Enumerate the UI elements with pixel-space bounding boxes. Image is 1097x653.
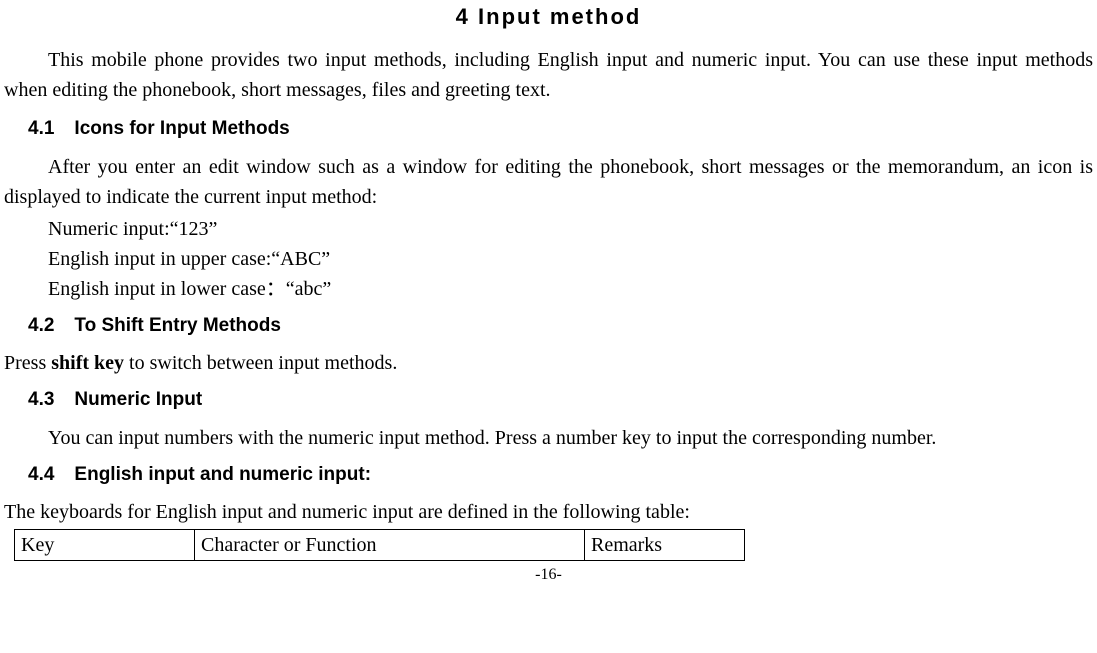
section-number: 4.4 [28, 464, 54, 485]
english-lower-line: English input in lower case：“abc” [48, 274, 1093, 304]
text-post: to switch between input methods. [124, 352, 397, 374]
table-row: Key Character or Function Remarks [15, 530, 745, 561]
shift-key-text: shift key [51, 352, 124, 374]
text-pre: Press [4, 352, 51, 374]
section-title: To Shift Entry Methods [74, 315, 281, 336]
section-4-3-heading: 4.3 Numeric Input [28, 386, 1093, 415]
section-4-1-paragraph: After you enter an edit window such as a… [4, 152, 1093, 212]
numeric-input-line: Numeric input:“123” [48, 214, 1093, 244]
section-4-1-heading: 4.1 Icons for Input Methods [28, 115, 1093, 144]
table-header-remarks: Remarks [585, 530, 745, 561]
section-4-2-heading: 4.2 To Shift Entry Methods [28, 312, 1093, 341]
intro-paragraph: This mobile phone provides two input met… [4, 45, 1093, 105]
section-title: English input and numeric input: [74, 464, 371, 485]
section-number: 4.3 [28, 389, 54, 410]
page-number: -16- [4, 563, 1093, 587]
section-title: Icons for Input Methods [74, 118, 289, 139]
english-upper-line: English input in upper case:“ABC” [48, 244, 1093, 274]
table-header-key: Key [15, 530, 195, 561]
keyboard-table: Key Character or Function Remarks [14, 529, 1093, 561]
section-title: Numeric Input [74, 389, 202, 410]
section-number: 4.1 [28, 118, 54, 139]
section-4-3-paragraph: You can input numbers with the numeric i… [4, 423, 1093, 453]
chapter-title: 4 Input method [4, 0, 1093, 33]
section-4-4-heading: 4.4 English input and numeric input: [28, 461, 1093, 490]
section-4-2-paragraph: Press shift key to switch between input … [4, 348, 1093, 378]
section-number: 4.2 [28, 315, 54, 336]
section-4-4-paragraph: The keyboards for English input and nume… [4, 497, 1093, 527]
table-header-char: Character or Function [195, 530, 585, 561]
